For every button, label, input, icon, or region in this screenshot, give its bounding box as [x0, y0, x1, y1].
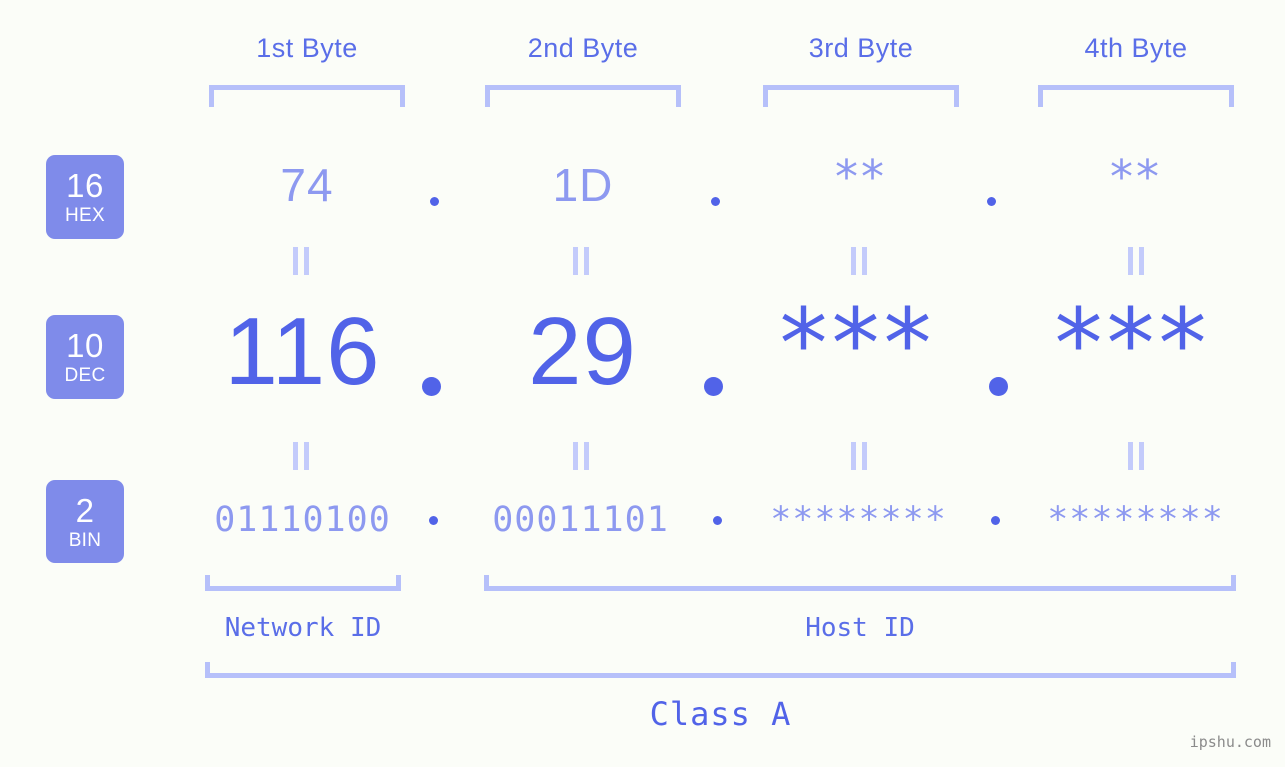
hex-dot-separator-3 — [987, 197, 996, 206]
equals-mark-dec-bin-4 — [1128, 442, 1144, 470]
bin-dot-separator-1 — [429, 516, 438, 525]
site-watermark: ipshu.com — [1189, 733, 1271, 751]
hex-dot-separator-2 — [711, 197, 720, 206]
dec-dot-separator-3 — [989, 377, 1008, 396]
bin-byte-2-value: 00011101 — [492, 500, 669, 540]
radix-badge-hex-number: 16 — [66, 167, 104, 204]
radix-badge-bin-name: BIN — [68, 529, 102, 551]
ip-address-breakdown-diagram: 1st Byte 2nd Byte 3rd Byte 4th Byte 16 H… — [0, 0, 1285, 767]
radix-badge-bin-number: 2 — [75, 491, 95, 529]
dec-byte-1-value: 116 — [224, 298, 381, 405]
dec-dot-separator-2 — [704, 377, 723, 396]
byte-bracket-top-4 — [1038, 85, 1234, 107]
network-id-bracket — [205, 575, 401, 591]
radix-badge-dec-name: DEC — [64, 365, 106, 386]
host-id-bracket — [484, 575, 1236, 591]
hex-byte-3-value: ** — [835, 150, 887, 204]
byte-bracket-top-3 — [763, 85, 959, 107]
equals-mark-hex-dec-3 — [851, 247, 867, 275]
dec-dot-separator-1 — [422, 377, 441, 396]
class-bracket — [205, 662, 1236, 678]
equals-mark-dec-bin-3 — [851, 442, 867, 470]
network-id-label: Network ID — [224, 613, 382, 643]
equals-mark-dec-bin-2 — [573, 442, 589, 470]
dec-byte-3-value: *** — [779, 288, 936, 400]
radix-badge-hex: 16 HEX — [46, 155, 124, 239]
hex-byte-1-value: 74 — [280, 159, 334, 211]
dec-byte-4-value: *** — [1054, 288, 1211, 400]
byte-header-1: 1st Byte — [256, 33, 358, 63]
byte-bracket-top-2 — [485, 85, 681, 107]
equals-mark-hex-dec-2 — [573, 247, 589, 275]
bin-byte-4-value: ******** — [1047, 500, 1224, 540]
byte-header-3: 3rd Byte — [808, 33, 914, 63]
host-id-label: Host ID — [805, 613, 915, 643]
class-label: Class A — [649, 695, 792, 733]
equals-mark-hex-dec-4 — [1128, 247, 1144, 275]
radix-badge-dec: 10 DEC — [46, 315, 124, 399]
bin-byte-1-value: 01110100 — [214, 500, 391, 540]
bin-dot-separator-3 — [991, 516, 1000, 525]
hex-byte-2-value: 1D — [552, 159, 614, 211]
hex-byte-4-value: ** — [1110, 150, 1162, 204]
equals-mark-hex-dec-1 — [293, 247, 309, 275]
hex-dot-separator-1 — [430, 197, 439, 206]
byte-bracket-top-1 — [209, 85, 405, 107]
equals-mark-dec-bin-1 — [293, 442, 309, 470]
byte-header-4: 4th Byte — [1084, 33, 1188, 63]
radix-badge-hex-name: HEX — [65, 205, 105, 226]
dec-byte-2-value: 29 — [528, 298, 637, 405]
byte-header-2: 2nd Byte — [527, 33, 639, 63]
radix-badge-dec-number: 10 — [66, 327, 104, 364]
bin-byte-3-value: ******** — [770, 500, 947, 540]
bin-dot-separator-2 — [713, 516, 722, 525]
radix-badge-bin: 2 BIN — [46, 480, 124, 563]
